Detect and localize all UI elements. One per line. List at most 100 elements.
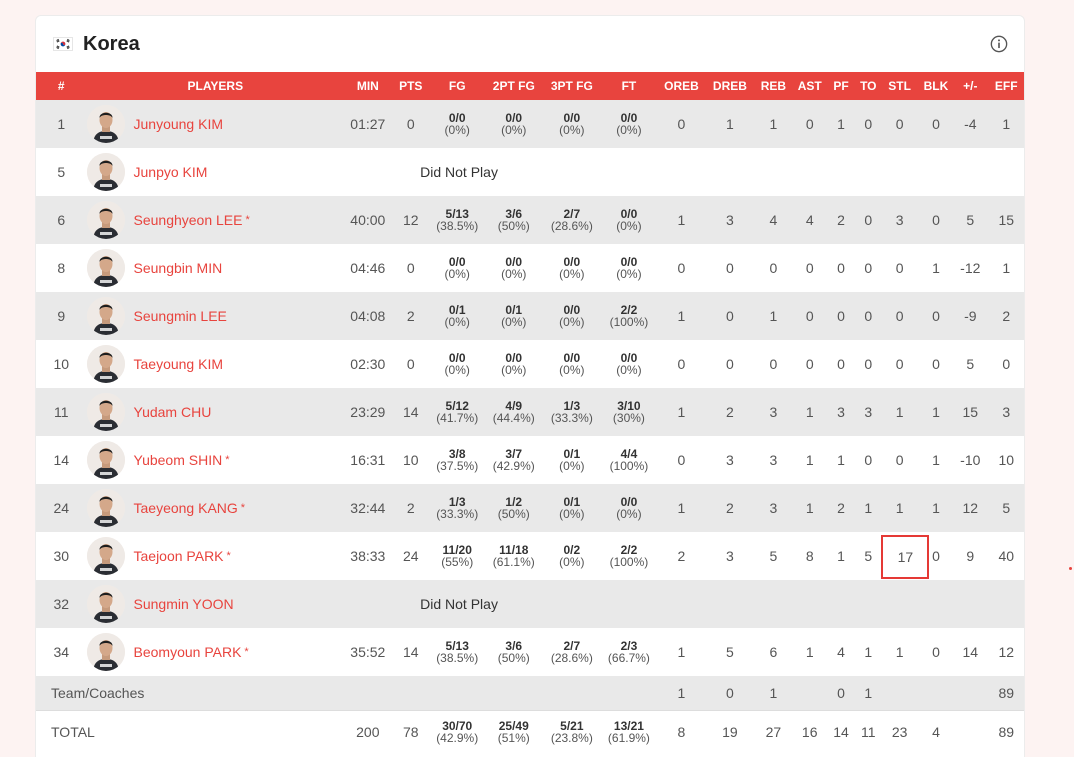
player-avatar[interactable] (86, 441, 125, 479)
player-row[interactable]: 9 Seungmin LEE 04:08 2 0/1 (0%) 0/1 (0%) 0/0 (0%)… (36, 292, 1024, 340)
column-header[interactable]: PTS (392, 72, 430, 100)
points: 10 (402, 452, 419, 468)
column-header[interactable]: PF (827, 72, 855, 100)
reb: 1 (769, 684, 778, 701)
column-header[interactable]: BLK (918, 72, 954, 100)
fg2pt-cell: 0/0 (0%) (484, 244, 543, 292)
player-row[interactable]: 10 Taeyoung KIM 02:30 0 0/0 (0%) 0/0 (0%) 0/0 (0%… (36, 340, 1024, 388)
player-name-link[interactable]: Seungbin MIN (134, 260, 223, 276)
fg3pt-percentage: (0%) (559, 315, 585, 329)
fg-percentage: (38.5%) (436, 651, 479, 665)
column-header[interactable]: MIN (344, 72, 391, 100)
column-header[interactable]: FT (601, 72, 658, 100)
player-name-link[interactable]: Seungmin LEE (134, 308, 227, 324)
fg3pt-value: 0/1 (0%) (543, 496, 601, 520)
to: 0 (864, 356, 873, 372)
column-header[interactable]: OREB (657, 72, 705, 100)
player-name-link[interactable]: Taeyeong KANG (134, 500, 238, 516)
player-avatar[interactable] (86, 537, 125, 575)
empty-cell (954, 710, 986, 754)
player-row[interactable]: 30 Taejoon PARK * 38:33 24 11/20 (55%) 11/18 (61… (36, 532, 1024, 580)
player-avatar[interactable] (86, 345, 125, 383)
column-header[interactable]: 3PT FG (543, 72, 601, 100)
player-name-link[interactable]: Taejoon PARK (134, 548, 224, 564)
column-header[interactable]: EFF (986, 72, 1024, 100)
player-info: Seunghyeon LEE * (86, 201, 345, 239)
player-info: Junyoung KIM (86, 105, 345, 143)
oreb: 2 (677, 548, 686, 564)
player-avatar[interactable] (86, 393, 125, 431)
player-row[interactable]: 34 Beomyoun PARK * 35:52 14 5/13 (38.5%) 3/6 (50… (36, 628, 1024, 676)
fg3pt-cell: 2/7 (28.6%) (543, 196, 601, 244)
player-avatar[interactable] (86, 105, 125, 143)
column-header[interactable]: FG (430, 72, 485, 100)
fg-value: 0/1 (0%) (430, 304, 485, 328)
player-avatar[interactable] (86, 153, 125, 191)
player-row[interactable]: 5 Junpyo KIM Did Not Play (36, 148, 1024, 196)
fg-cell: 11/20 (55%) (430, 532, 485, 580)
empty-cell (601, 676, 658, 710)
jersey-number: 34 (53, 644, 70, 660)
player-name-link[interactable]: Junpyo KIM (134, 164, 208, 180)
column-header[interactable]: STL (881, 72, 917, 100)
fg3pt-percentage: (28.6%) (550, 651, 593, 665)
pf: 2 (837, 212, 845, 228)
player-cell: Taeyeong KANG * (86, 484, 345, 532)
player-row[interactable]: 24 Taeyeong KANG * 32:44 2 1/3 (33.3%) 1/2 (50%)… (36, 484, 1024, 532)
player-name-link[interactable]: Sungmin YOON (134, 596, 234, 612)
player-name-link[interactable]: Seunghyeon LEE (134, 212, 243, 228)
fg-value: 5/13 (38.5%) (430, 640, 485, 664)
column-header[interactable]: REB (754, 72, 792, 100)
player-row[interactable]: 6 Seunghyeon LEE * 40:00 12 5/13 (38.5%) 3/6 (50… (36, 196, 1024, 244)
fg2pt-value: 3/6 (50%) (484, 208, 543, 232)
ft-percentage: (30%) (612, 411, 645, 425)
column-header[interactable]: +/- (954, 72, 986, 100)
points: 0 (406, 356, 415, 372)
info-icon[interactable] (990, 35, 1008, 53)
eff: 1 (1002, 260, 1011, 276)
player-avatar[interactable] (86, 633, 125, 671)
fg3pt-cell: 2/7 (28.6%) (543, 628, 601, 676)
fg2pt-cell: 3/6 (50%) (484, 628, 543, 676)
player-avatar[interactable] (86, 585, 125, 623)
blk: 0 (932, 356, 940, 372)
player-avatar[interactable] (86, 297, 125, 335)
jersey-number: 9 (57, 308, 66, 324)
ft-cell: 2/3 (66.7%) (601, 628, 658, 676)
to: 1 (864, 684, 873, 701)
fg-value: 3/8 (37.5%) (430, 448, 485, 472)
column-header[interactable]: PLAYERS (87, 72, 345, 100)
player-name-link[interactable]: Junyoung KIM (134, 116, 224, 132)
dreb: 2 (726, 404, 734, 420)
plus-minus: -9 (964, 308, 977, 324)
column-header[interactable]: 2PT FG (484, 72, 543, 100)
player-avatar[interactable] (86, 489, 125, 527)
player-info: Yudam CHU (86, 393, 345, 431)
player-row[interactable]: 1 Junyoung KIM 01:27 0 0/0 (0%) 0/0 (0%) 0/0 (0%)… (36, 100, 1024, 148)
ft-percentage: (100%) (609, 315, 649, 329)
player-name-link[interactable]: Taeyoung KIM (134, 356, 224, 372)
ft-cell: 2/2 (100%) (601, 292, 658, 340)
column-header[interactable]: DREB (706, 72, 754, 100)
fg2pt-cell: 25/49 (51%) (484, 710, 543, 754)
fg-cell: 0/1 (0%) (430, 292, 485, 340)
player-row[interactable]: 8 Seungbin MIN 04:46 0 0/0 (0%) 0/0 (0%) 0/0 (0%)… (36, 244, 1024, 292)
player-row[interactable]: 32 Sungmin YOON Did Not Play (36, 580, 1024, 628)
plus-minus: 15 (962, 404, 979, 420)
player-avatar[interactable] (86, 249, 125, 287)
fg2pt-percentage: (51%) (497, 731, 530, 746)
player-name-link[interactable]: Yubeom SHIN (134, 452, 223, 468)
player-name-link[interactable]: Beomyoun PARK (134, 644, 242, 660)
column-header[interactable]: # (36, 72, 87, 100)
player-row[interactable]: 14 Yubeom SHIN * 16:31 10 3/8 (37.5%) 3/7 (42.9%… (36, 436, 1024, 484)
player-avatar[interactable] (86, 201, 125, 239)
blk: 0 (932, 116, 940, 132)
fg-percentage: (0%) (444, 315, 470, 329)
column-header[interactable]: TO (855, 72, 881, 100)
column-header[interactable]: AST (793, 72, 827, 100)
player-info: Seungbin MIN (86, 249, 345, 287)
fg3pt-value: 0/1 (0%) (543, 448, 601, 472)
player-name-link[interactable]: Yudam CHU (134, 404, 212, 420)
player-row[interactable]: 11 Yudam CHU 23:29 14 5/12 (41.7%) 4/9 (44.4%) 1… (36, 388, 1024, 436)
team-name: Korea (83, 32, 140, 55)
